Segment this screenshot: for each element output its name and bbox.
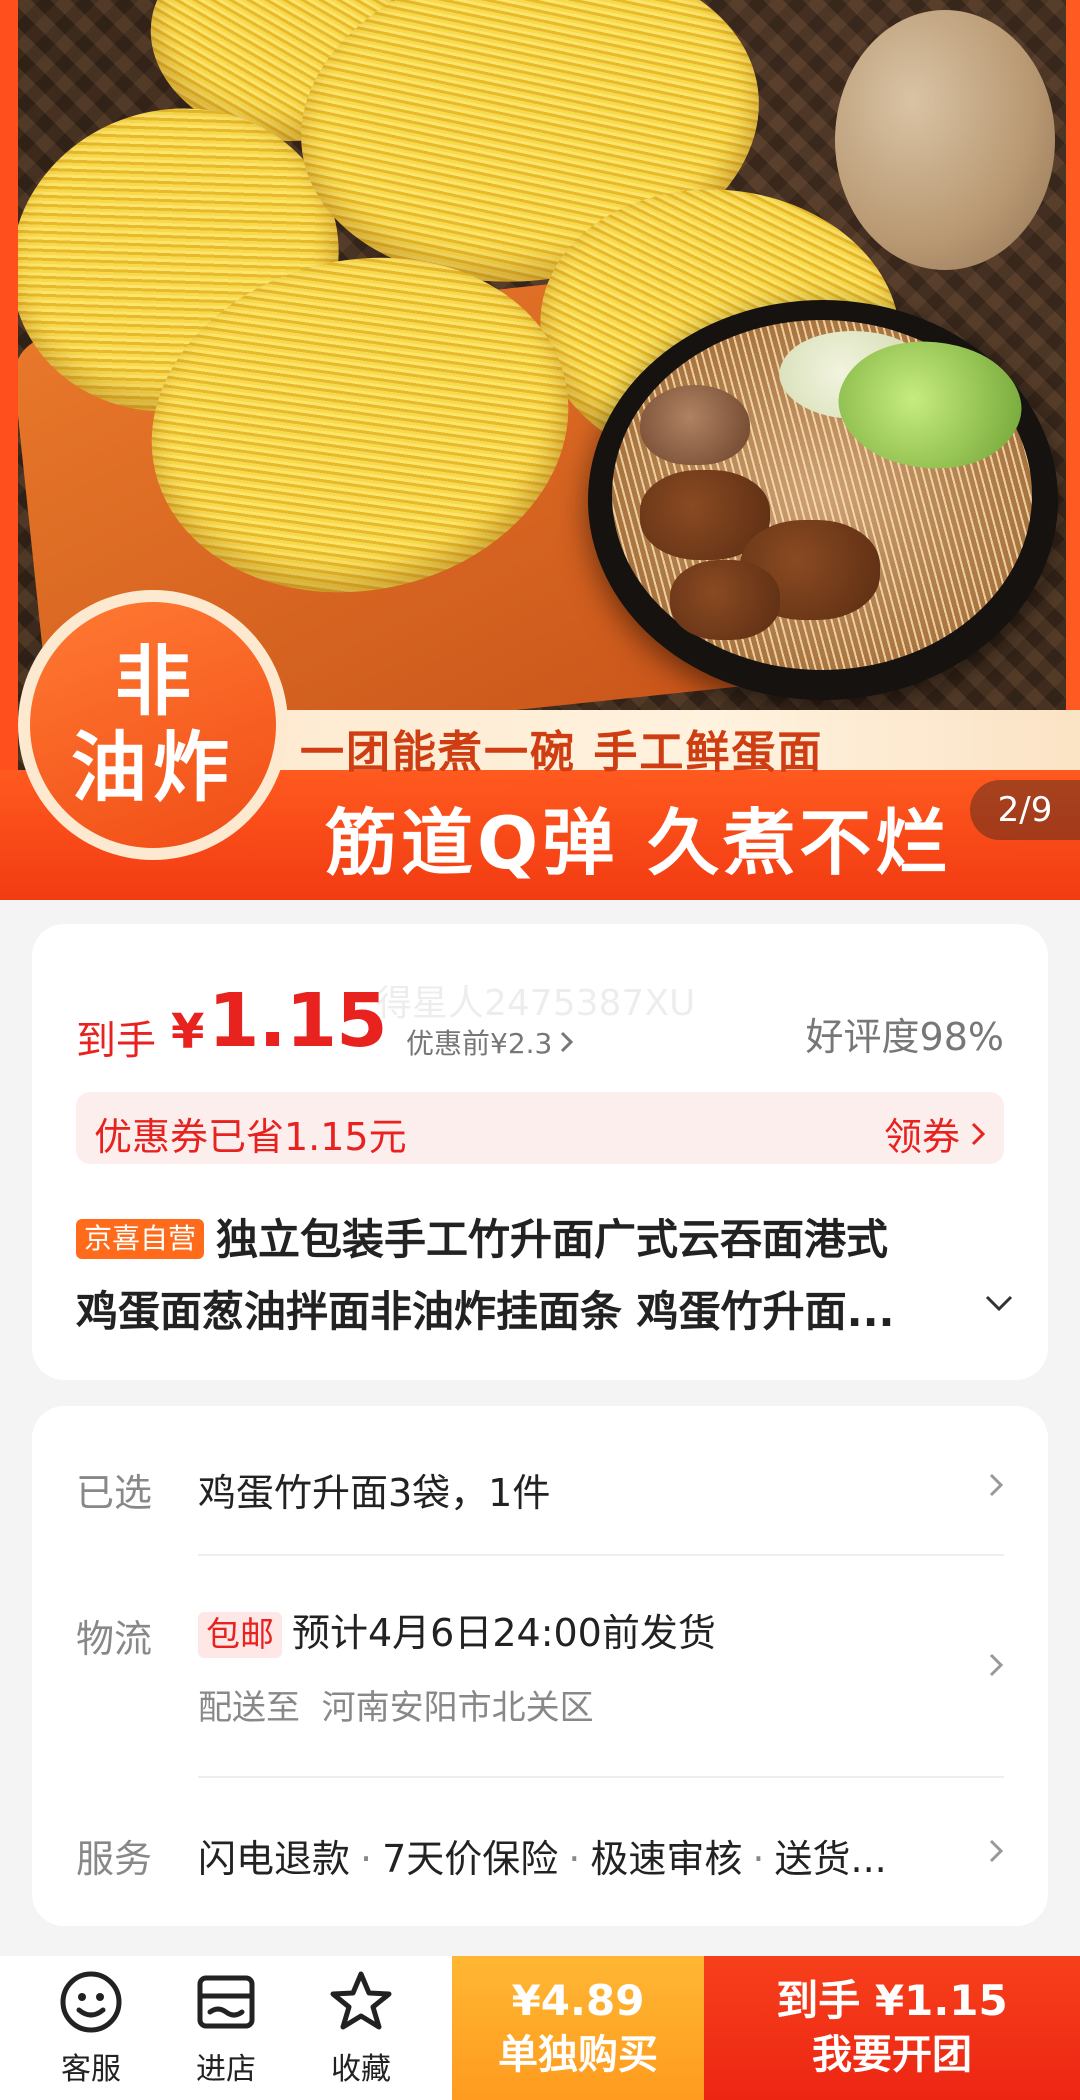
- badge-text-2: 油炸: [71, 723, 235, 812]
- star-icon: [330, 1971, 392, 2030]
- buy-alone-button[interactable]: ¥4.89 单独购买: [452, 1956, 704, 2100]
- service-items: 闪电退款 · 7天价保险 · 极速审核 · 送货...: [198, 1837, 887, 1881]
- product-image-carousel[interactable]: 一团能煮一碗 手工鲜蛋面 筋道Q弹 久煮不烂 非 油炸 2/9: [0, 0, 1080, 900]
- buy-alone-label: 单独购买: [498, 2032, 658, 2078]
- bottom-action-bar: 客服 进店 收藏 ¥4.89 单独购买 到手 ¥1.15 我要开团: [0, 1956, 1080, 2100]
- free-shipping-badge: 包邮: [198, 1612, 282, 1658]
- store-label: 进店: [196, 2052, 256, 2087]
- get-coupon-label: 领券: [883, 1115, 960, 1159]
- logistics-row[interactable]: 物流 包邮 预计4月6日24:00前发货 配送至 河南安阳市北关区: [76, 1602, 1004, 1732]
- get-coupon-button[interactable]: 领券: [884, 1106, 986, 1161]
- store-button[interactable]: 进店: [161, 1956, 291, 2100]
- details-card: 已选 鸡蛋竹升面3袋，1件 物流 包邮 预计4月6日24:00前发货 配送至 河南…: [32, 1406, 1048, 1926]
- favorite-button[interactable]: 收藏: [296, 1956, 426, 2100]
- watermark-text: 得星人2475387XU: [376, 983, 696, 1024]
- coupon-bar[interactable]: 优惠券已省1.15元 领券: [76, 1092, 1004, 1164]
- service-item: 7天价保险: [382, 1837, 559, 1881]
- single-price: ¥4.89: [511, 1976, 645, 2025]
- logistics-value: 包邮 预计4月6日24:00前发货: [198, 1602, 716, 1658]
- chevron-right-icon: [989, 1473, 1004, 1497]
- customer-service-icon: [60, 1971, 122, 2033]
- rating-text: 好评度98%: [805, 1015, 1004, 1059]
- original-price-link[interactable]: 优惠前¥2.3: [406, 1022, 574, 1062]
- beef-image: [670, 560, 780, 640]
- service-item: 极速审核: [590, 1837, 743, 1881]
- deliver-to-label: 配送至: [198, 1688, 300, 1728]
- logistics-label: 物流: [76, 1617, 153, 1661]
- selected-spec-row[interactable]: 已选 鸡蛋竹升面3袋，1件: [76, 1458, 1004, 1518]
- image-counter: 2/9: [970, 780, 1080, 840]
- divider: [198, 1776, 1004, 1778]
- start-group-label: 我要开团: [812, 2032, 972, 2078]
- coupon-saved-text: 优惠券已省1.15元: [94, 1115, 407, 1159]
- self-operated-tag: 京喜自营: [76, 1218, 205, 1259]
- chevron-right-icon: [971, 1122, 986, 1145]
- price-row: 得星人2475387XU 到手 ¥ 1.15 优惠前¥2.3 好评度98%: [76, 978, 1004, 1064]
- ship-date-text: 预计4月6日24:00前发货: [292, 1611, 716, 1655]
- chevron-right-icon: [989, 1839, 1004, 1863]
- non-fried-badge: 非 油炸: [30, 602, 276, 848]
- badge-text-1: 非: [115, 637, 191, 726]
- banner-slogan-2: 筋道Q弹 久煮不烂: [325, 801, 952, 885]
- service-item: 闪电退款: [198, 1837, 351, 1881]
- store-icon: [197, 1975, 255, 2029]
- selected-value: 鸡蛋竹升面3袋，1件: [198, 1471, 551, 1515]
- address-text: 河南安阳市北关区: [321, 1688, 594, 1728]
- customer-service-label: 客服: [61, 2052, 121, 2087]
- product-title-text-1: 独立包装手工竹升面广式云吞面港式: [216, 1215, 889, 1264]
- final-price: 1.15: [208, 978, 388, 1064]
- mushroom-image: [640, 385, 750, 465]
- service-label: 服务: [76, 1837, 153, 1881]
- egg-image: [835, 10, 1055, 270]
- divider: [198, 1554, 1004, 1556]
- group-price: 到手 ¥1.15: [776, 1976, 1008, 2025]
- chevron-right-icon: [561, 1031, 574, 1053]
- banner-slogan-1: 一团能煮一碗 手工鲜蛋面: [300, 727, 824, 778]
- service-item: 送货...: [774, 1837, 887, 1881]
- chevron-right-icon: [989, 1653, 1004, 1677]
- final-price-label: 到手: [76, 1018, 156, 1064]
- selected-label: 已选: [76, 1471, 153, 1515]
- product-title-line-2: 鸡蛋面葱油拌面非油炸挂面条 鸡蛋竹升面...: [76, 1287, 895, 1336]
- price-card: 得星人2475387XU 到手 ¥ 1.15 优惠前¥2.3 好评度98% 优惠…: [32, 924, 1048, 1380]
- favorite-label: 收藏: [331, 2052, 391, 2087]
- service-row[interactable]: 服务 闪电退款 · 7天价保险 · 极速审核 · 送货...: [76, 1824, 1004, 1884]
- delivery-address: 配送至 河南安阳市北关区: [198, 1680, 594, 1729]
- product-title-line-1: 京喜自营 独立包装手工竹升面广式云吞面港式: [76, 1204, 976, 1276]
- start-group-buy-button[interactable]: 到手 ¥1.15 我要开团: [704, 1956, 1080, 2100]
- expand-chevron-down-icon[interactable]: [984, 1294, 1014, 1314]
- original-price: 优惠前¥2.3: [406, 1027, 553, 1060]
- customer-service-button[interactable]: 客服: [26, 1956, 156, 2100]
- currency-symbol: ¥: [171, 1004, 205, 1060]
- product-title: 京喜自营 独立包装手工竹升面广式云吞面港式 鸡蛋面葱油拌面非油炸挂面条 鸡蛋竹升面…: [76, 1204, 976, 1348]
